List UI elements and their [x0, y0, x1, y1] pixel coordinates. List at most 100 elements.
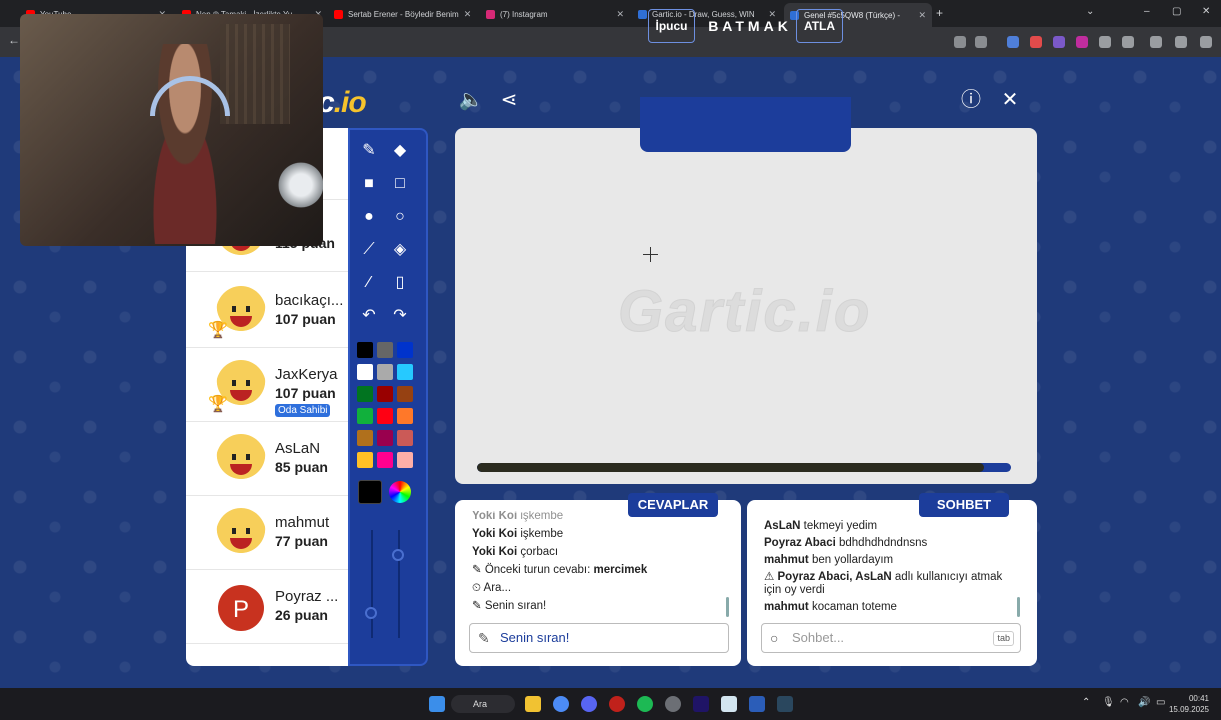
spotify-icon[interactable]	[637, 696, 653, 712]
discord-icon[interactable]	[581, 696, 597, 712]
player-row[interactable]: 🏆 JaxKerya 107 puan Oda Sahibi	[186, 350, 348, 422]
color-swatch[interactable]	[377, 408, 393, 424]
close-window-button[interactable]: ✕	[1202, 6, 1210, 17]
info-icon[interactable]: ⓘ	[958, 88, 984, 112]
maximize-button[interactable]: ▢	[1172, 6, 1181, 17]
notepad-icon[interactable]	[721, 696, 737, 712]
brush-size-knob[interactable]	[365, 607, 377, 619]
taskbar-search[interactable]: Ara	[451, 695, 515, 713]
circle-outline-tool-icon[interactable]: ○	[389, 206, 411, 228]
color-swatch[interactable]	[377, 430, 393, 446]
tab-chat[interactable]: SOHBET	[919, 493, 1009, 517]
clock-icon: ⏲	[472, 582, 481, 594]
close-tab-icon[interactable]: ✕	[616, 9, 624, 20]
wifi-icon[interactable]: ◠	[1120, 697, 1129, 708]
color-swatch[interactable]	[357, 452, 373, 468]
color-swatch[interactable]	[397, 342, 413, 358]
browser-tab[interactable]: (7) Instagram ✕	[480, 4, 630, 24]
close-tab-icon[interactable]: ✕	[918, 10, 926, 21]
line-tool-icon[interactable]: ⟋	[358, 239, 380, 261]
hint-button[interactable]: İpucu	[648, 9, 695, 43]
color-wheel-icon[interactable]	[389, 481, 411, 503]
color-swatch[interactable]	[377, 342, 393, 358]
scrollbar[interactable]	[1017, 597, 1020, 617]
player-row[interactable]: AsLaN 85 puan	[186, 424, 348, 496]
taskbar-clock[interactable]: 00:41 15.09.2025	[1169, 693, 1209, 715]
color-swatch[interactable]	[357, 364, 373, 380]
opera-icon[interactable]	[609, 696, 625, 712]
color-swatch[interactable]	[357, 342, 373, 358]
extensions-puzzle-icon[interactable]	[1122, 36, 1134, 48]
color-swatch[interactable]	[357, 430, 373, 446]
menu-kebab-icon[interactable]	[1200, 36, 1212, 48]
eyedropper-icon[interactable]: ⁄	[358, 272, 380, 294]
color-swatch[interactable]	[377, 452, 393, 468]
color-swatch[interactable]	[377, 386, 393, 402]
close-tab-icon[interactable]: ✕	[464, 9, 472, 20]
file-explorer-icon[interactable]	[525, 696, 541, 712]
opacity-knob[interactable]	[392, 549, 404, 561]
battery-icon[interactable]: ▭	[1156, 697, 1165, 708]
exit-icon[interactable]: ✕	[997, 88, 1023, 112]
extension-icon[interactable]	[1007, 36, 1019, 48]
tab-search-icon[interactable]: ⌄	[1086, 6, 1094, 17]
extension-icon[interactable]	[1030, 36, 1042, 48]
color-swatch[interactable]	[357, 386, 373, 402]
downloads-icon[interactable]	[1175, 36, 1187, 48]
color-swatch[interactable]	[377, 364, 393, 380]
sound-icon[interactable]: 🔈	[458, 88, 484, 112]
chatgpt-icon[interactable]	[665, 696, 681, 712]
color-swatch[interactable]	[397, 430, 413, 446]
brush-size-track[interactable]	[371, 530, 373, 638]
filled-rectangle-tool-icon[interactable]: ■	[358, 173, 380, 195]
player-row[interactable]: 🏆 bacıkaçı... 107 puan	[186, 276, 348, 348]
new-page-icon[interactable]: ▯	[389, 272, 411, 294]
new-tab-button[interactable]: +	[936, 6, 943, 20]
chat-input[interactable]: ○ Sohbet... tab	[761, 623, 1021, 653]
color-swatch[interactable]	[397, 452, 413, 468]
share-icon[interactable]: ⋖	[496, 88, 522, 112]
volume-icon[interactable]: 🔊	[1138, 697, 1150, 708]
extension-icon[interactable]	[1076, 36, 1088, 48]
secret-word: BATMAK	[708, 18, 792, 34]
pencil-tool-icon[interactable]: ✎	[358, 140, 380, 162]
player-row[interactable]: mahmut 77 puan	[186, 498, 348, 570]
back-arrow-icon[interactable]: ←	[8, 33, 20, 47]
color-swatch[interactable]	[397, 364, 413, 380]
browser-tab[interactable]: Sertab Erener - Böyledir Benim ✕	[328, 4, 476, 24]
color-swatch[interactable]	[397, 408, 413, 424]
profile-icon[interactable]	[1150, 36, 1162, 48]
player-name: bacıkaçı...	[275, 292, 344, 309]
list-item: mahmut ben yollardayım	[764, 554, 894, 566]
microphone-icon[interactable]: 🎙	[1102, 697, 1115, 708]
color-swatch[interactable]	[397, 386, 413, 402]
windows-start-icon[interactable]	[429, 696, 445, 712]
opacity-track[interactable]	[398, 530, 400, 638]
player-row[interactable]: P Poyraz ... 26 puan	[186, 572, 348, 644]
rectangle-outline-tool-icon[interactable]: □	[389, 173, 411, 195]
answer-input-text: Senin sıran!	[500, 630, 570, 645]
bookmark-star-icon[interactable]	[975, 36, 987, 48]
redo-icon[interactable]: ↷	[389, 305, 411, 327]
word-icon[interactable]	[749, 696, 765, 712]
color-swatch[interactable]	[357, 408, 373, 424]
minimize-button[interactable]: –	[1144, 6, 1150, 17]
scrollbar[interactable]	[726, 597, 729, 617]
answer-input[interactable]: ✎ Senin sıran!	[469, 623, 729, 653]
filled-circle-tool-icon[interactable]: ●	[358, 206, 380, 228]
after-effects-icon[interactable]	[693, 696, 709, 712]
skip-button[interactable]: ATLA	[796, 9, 843, 43]
canvas-watermark: Gartic.io	[617, 279, 872, 345]
fill-bucket-icon[interactable]: ◈	[389, 239, 411, 261]
undo-icon[interactable]: ↶	[358, 305, 380, 327]
extension-icon[interactable]	[1099, 36, 1111, 48]
browser-tab-label: Sertab Erener - Böyledir Benim	[348, 9, 459, 19]
trophy-icon: 🏆	[208, 396, 228, 413]
tray-chevron-icon[interactable]: ⌃	[1082, 697, 1090, 708]
extension-icon[interactable]	[1053, 36, 1065, 48]
install-app-icon[interactable]	[954, 36, 966, 48]
eraser-tool-icon[interactable]: ◆	[389, 140, 411, 162]
steam-icon[interactable]	[777, 696, 793, 712]
chrome-icon[interactable]	[553, 696, 569, 712]
browser-tab-label: (7) Instagram	[500, 9, 548, 19]
